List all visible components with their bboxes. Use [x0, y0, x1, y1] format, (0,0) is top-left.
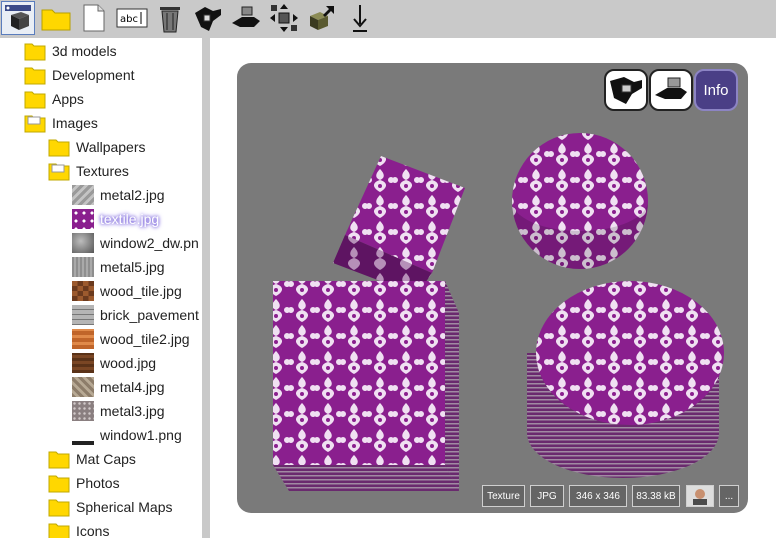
tree-label: Mat Caps	[76, 451, 136, 467]
thumbnail-icon	[72, 329, 94, 349]
meta-size-badge: 83.38 kB	[632, 485, 680, 507]
front-cube-face	[273, 281, 445, 465]
tree-folder-3d-models[interactable]: 3d models	[24, 40, 117, 62]
folder-icon	[24, 43, 46, 61]
tree-folder-development[interactable]: Development	[24, 64, 135, 86]
tree-label: Apps	[52, 91, 84, 107]
tree-file-wood-tile2[interactable]: wood_tile2.jpg	[72, 328, 190, 350]
thumbnail-icon	[72, 305, 94, 325]
tree-label: metal5.jpg	[100, 259, 165, 275]
tree-file-wood[interactable]: wood.jpg	[72, 352, 156, 374]
folder-icon	[48, 139, 70, 157]
svg-text:abc: abc	[120, 14, 138, 25]
meta-dimensions-badge: 346 x 346	[569, 485, 627, 507]
cylinder-top	[536, 281, 724, 425]
tree-label: window1.png	[100, 427, 182, 443]
view-3d-icon[interactable]	[1, 1, 35, 35]
tree-folder-apps[interactable]: Apps	[24, 88, 84, 110]
tree-file-window1[interactable]: window1.png	[72, 424, 182, 446]
tree-file-metal5[interactable]: metal5.jpg	[72, 256, 165, 278]
folder-icon[interactable]	[39, 1, 73, 35]
file-icon[interactable]	[77, 1, 111, 35]
thumbnail-icon	[72, 281, 94, 301]
thumbnail-icon	[72, 401, 94, 421]
tree-label: brick_pavement	[100, 307, 199, 323]
rename-icon[interactable]: abc	[115, 1, 149, 35]
drop-texture-button[interactable]	[649, 69, 693, 111]
thumbnail-icon	[72, 353, 94, 373]
tree-file-textile[interactable]: textile.jpg	[72, 208, 159, 230]
tree-folder-spherical-maps[interactable]: Spherical Maps	[48, 496, 173, 518]
tree-label: Development	[52, 67, 135, 83]
folder-open-icon	[48, 163, 70, 181]
thumbnail-icon	[72, 425, 94, 445]
tree-label: metal2.jpg	[100, 187, 165, 203]
thumbnail-icon	[72, 257, 94, 277]
tree-file-brick-pavement[interactable]: brick_pavement	[72, 304, 199, 326]
tree-folder-mat-caps[interactable]: Mat Caps	[48, 448, 136, 470]
3d-scene	[273, 133, 724, 491]
import-export-icon[interactable]	[305, 1, 339, 35]
tree-file-metal3[interactable]: metal3.jpg	[72, 400, 165, 422]
tree-folder-images[interactable]: Images	[24, 112, 98, 134]
tree-file-wood-tile[interactable]: wood_tile.jpg	[72, 280, 182, 302]
tree-label: Wallpapers	[76, 139, 146, 155]
folder-icon	[48, 451, 70, 469]
user-avatar[interactable]	[686, 485, 714, 507]
drop-hand-icon[interactable]	[229, 1, 263, 35]
tree-label: Images	[52, 115, 98, 131]
more-button[interactable]: ...	[719, 485, 739, 507]
tree-file-metal4[interactable]: metal4.jpg	[72, 376, 165, 398]
folder-icon	[48, 499, 70, 517]
tree-folder-icons[interactable]: Icons	[48, 520, 109, 538]
tree-label: 3d models	[52, 43, 117, 59]
thumbnail-icon	[72, 185, 94, 205]
tree-folder-photos[interactable]: Photos	[48, 472, 120, 494]
front-cube-side	[445, 281, 459, 491]
file-tree: 3d models Development Apps Images Wallpa…	[0, 38, 202, 538]
tree-label: window2_dw.pn	[100, 235, 199, 251]
tree-label: Spherical Maps	[76, 499, 173, 515]
trash-icon[interactable]	[153, 1, 187, 35]
tree-label: Textures	[76, 163, 129, 179]
toolbar: abc	[0, 0, 776, 38]
panel-splitter[interactable]	[202, 38, 210, 538]
tree-label: wood.jpg	[100, 355, 157, 371]
move-icon[interactable]	[267, 1, 301, 35]
tree-label: Photos	[76, 475, 120, 491]
thumbnail-icon	[72, 233, 94, 253]
meta-type-badge: Texture	[482, 485, 525, 507]
folder-icon	[48, 475, 70, 493]
tree-label: wood_tile2.jpg	[100, 331, 190, 347]
texture-preview-viewport[interactable]: Info Texture JPG 346 x 346 83.38 kB ...	[237, 63, 748, 513]
tree-folder-textures[interactable]: Textures	[48, 160, 129, 182]
thumbnail-icon	[72, 209, 94, 229]
tree-folder-wallpapers[interactable]: Wallpapers	[48, 136, 146, 158]
meta-format-badge: JPG	[530, 485, 564, 507]
tree-label: metal4.jpg	[100, 379, 165, 395]
tree-label: textile.jpg	[100, 211, 160, 227]
download-icon[interactable]	[343, 1, 377, 35]
tree-file-window2-dw[interactable]: window2_dw.pn	[72, 232, 199, 254]
folder-icon	[24, 91, 46, 109]
tree-label: wood_tile.jpg	[100, 283, 182, 299]
thumbnail-icon	[72, 377, 94, 397]
grab-hand-icon[interactable]	[191, 1, 225, 35]
folder-icon	[24, 67, 46, 85]
tree-label: metal3.jpg	[100, 403, 165, 419]
folder-icon	[48, 523, 70, 538]
grab-texture-button[interactable]	[604, 69, 648, 111]
folder-open-icon	[24, 115, 46, 133]
tree-file-metal2[interactable]: metal2.jpg	[72, 184, 165, 206]
info-button[interactable]: Info	[694, 69, 738, 111]
tree-label: Icons	[76, 523, 110, 538]
front-cube-bottom	[273, 465, 459, 491]
